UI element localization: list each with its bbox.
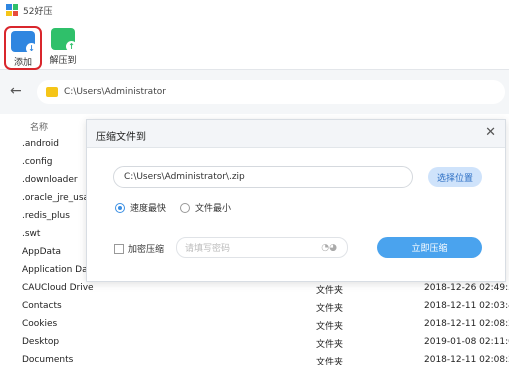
list-item[interactable]: CAUCloud Drive文件夹2018-12-26 02:49:31 <box>0 280 509 298</box>
address-bar: ← C:\Users\Administrator <box>0 70 509 114</box>
dialog-header: 压缩文件到 ✕ <box>87 120 505 148</box>
list-item[interactable]: Contacts文件夹2018-12-11 02:03:47 <box>0 298 509 316</box>
add-button-label: 添加 <box>13 58 32 68</box>
choose-location-button[interactable]: 选择位置 <box>428 167 482 187</box>
option-fastest[interactable]: 速度最快 <box>115 201 166 214</box>
list-item[interactable]: Cookies文件夹2018-12-11 02:08:23 <box>0 316 509 334</box>
destination-path-field[interactable]: C:\Users\Administrator\.zip <box>113 166 413 188</box>
add-archive-icon: ↓ <box>11 31 37 54</box>
folder-icon <box>46 87 58 97</box>
encrypt-option[interactable]: 加密压缩 <box>114 242 164 255</box>
path-field[interactable]: C:\Users\Administrator <box>37 80 505 104</box>
password-field[interactable]: 请填写密码 ◔◕ <box>176 237 348 258</box>
option-smallest[interactable]: 文件最小 <box>180 201 231 214</box>
app-logo-icon <box>6 4 18 16</box>
path-text: C:\Users\Administrator <box>64 87 166 97</box>
column-name[interactable]: 名称 <box>30 120 48 133</box>
eye-icon[interactable]: ◔◕ <box>321 243 337 253</box>
close-icon[interactable]: ✕ <box>485 125 496 140</box>
option-fastest-label: 速度最快 <box>130 204 167 214</box>
compress-now-button[interactable]: 立即压缩 <box>377 237 482 258</box>
compress-dialog: 压缩文件到 ✕ C:\Users\Administrator\.zip 选择位置… <box>86 119 506 282</box>
extract-archive-icon: ↑ <box>51 28 77 52</box>
password-placeholder: 请填写密码 <box>185 244 231 254</box>
back-arrow-icon[interactable]: ← <box>10 83 22 99</box>
toolbar: ↓ 添加 ↑ 解压到 <box>0 20 509 70</box>
destination-path-text: C:\Users\Administrator\.zip <box>124 172 245 182</box>
dialog-title: 压缩文件到 <box>96 132 146 143</box>
encrypt-checkbox[interactable] <box>114 243 124 254</box>
title-bar: 52好压 <box>0 0 509 20</box>
add-button[interactable]: ↓ 添加 <box>4 26 42 70</box>
list-item[interactable]: Desktop文件夹2019-01-08 02:11:05 <box>0 334 509 352</box>
extract-button-label: 解压到 <box>49 56 77 66</box>
radio-smallest[interactable] <box>180 202 190 213</box>
option-smallest-label: 文件最小 <box>195 204 232 214</box>
extract-to-button[interactable]: ↑ 解压到 <box>43 25 83 70</box>
encrypt-label: 加密压缩 <box>128 245 165 255</box>
radio-fastest[interactable] <box>115 202 125 213</box>
list-item[interactable]: Documents文件夹2018-12-11 02:08:23 <box>0 352 509 365</box>
app-title: 52好压 <box>23 6 53 17</box>
